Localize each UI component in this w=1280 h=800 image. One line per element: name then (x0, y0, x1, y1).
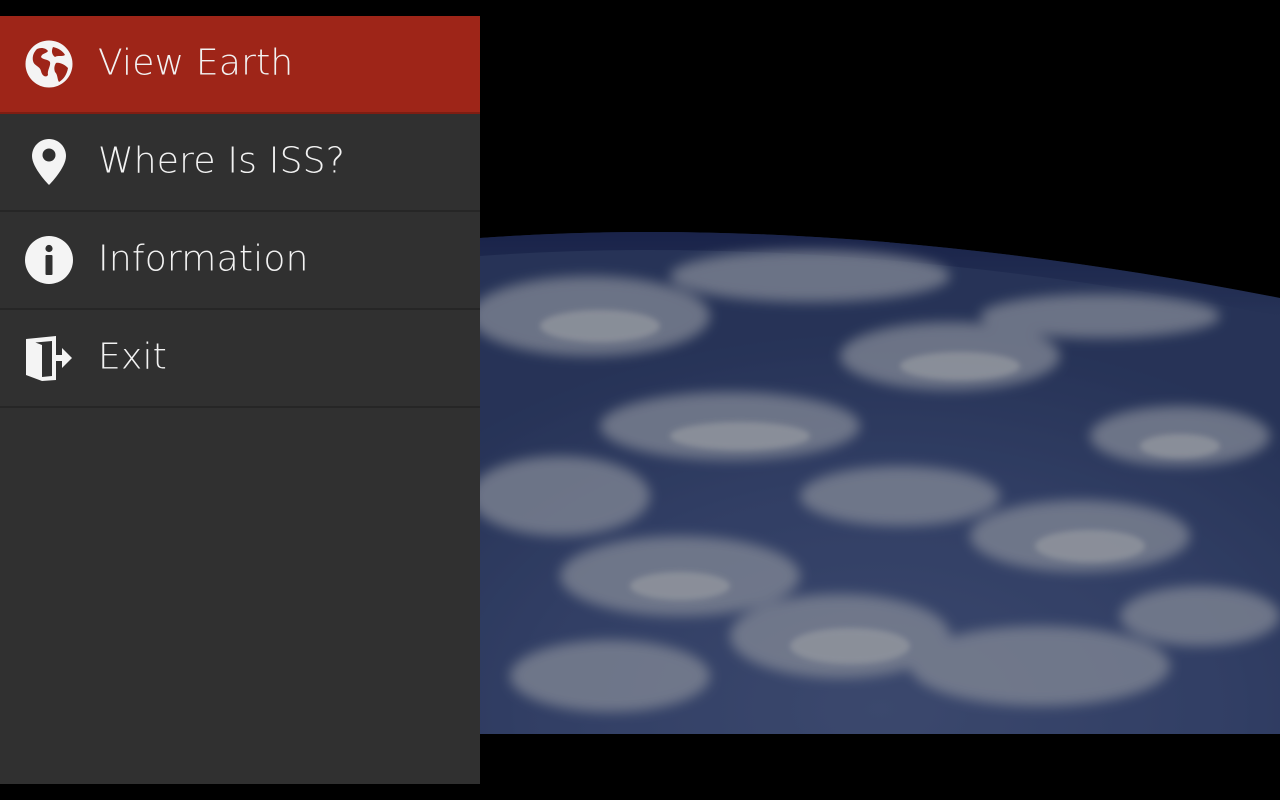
exit-door-icon (24, 333, 74, 383)
map-pin-icon (24, 137, 74, 187)
menu-item-where-is-iss[interactable]: Where Is ISS? (0, 114, 480, 212)
menu-label-view-earth: View Earth (98, 42, 294, 84)
info-icon (24, 235, 74, 285)
drawer-scrim[interactable] (480, 16, 1280, 734)
navigation-drawer: View Earth Where Is ISS? Information Exi… (0, 16, 480, 784)
bottom-bar (0, 784, 1280, 800)
app-screen: View Earth Where Is ISS? Information Exi… (0, 0, 1280, 800)
menu-item-exit[interactable]: Exit (0, 310, 480, 408)
menu-label-where-is-iss: Where Is ISS? (98, 140, 346, 182)
menu-label-exit: Exit (98, 336, 167, 378)
menu-item-view-earth[interactable]: View Earth (0, 16, 480, 114)
globe-icon (24, 39, 74, 89)
top-bar (0, 0, 1280, 16)
menu-label-information: Information (98, 238, 309, 280)
menu-item-information[interactable]: Information (0, 212, 480, 310)
